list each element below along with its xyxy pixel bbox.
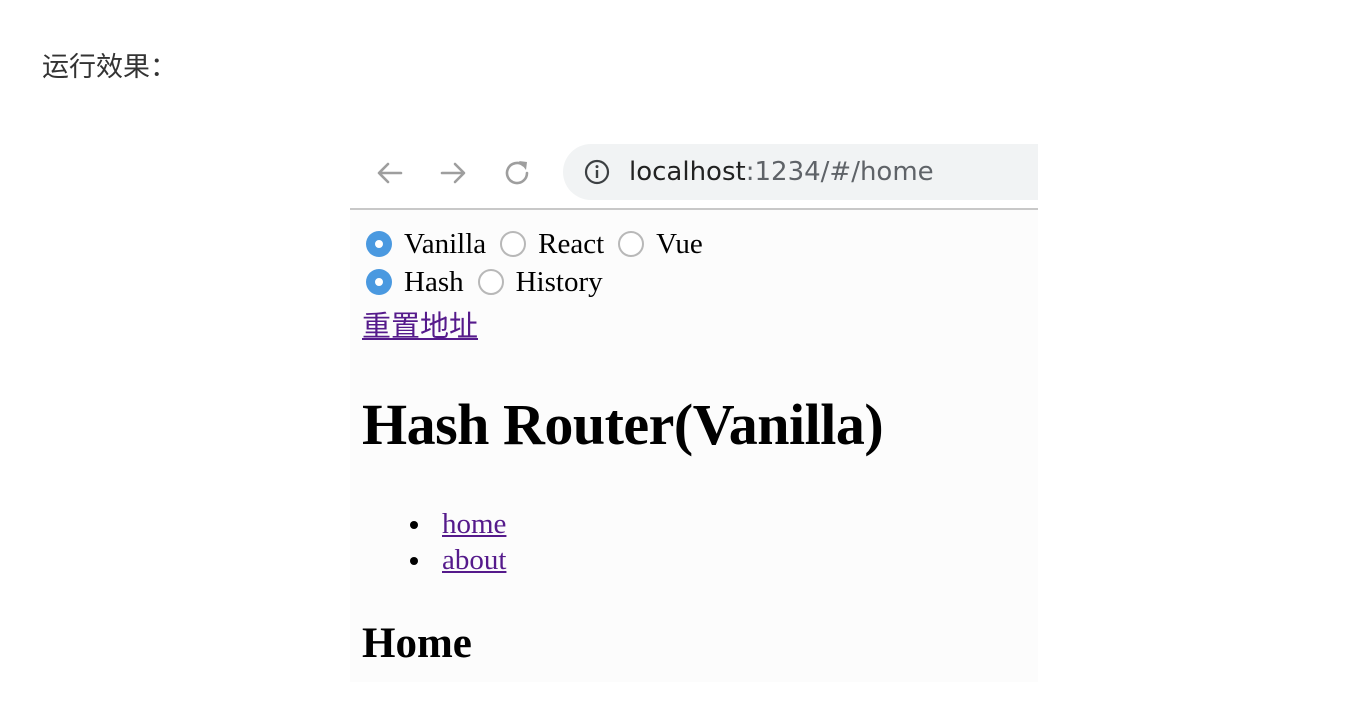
router-mode-radio-group: Hash History	[366, 264, 617, 300]
list-item: about	[350, 542, 506, 578]
browser-screenshot: localhost:1234/#/home Vanilla React Vue …	[350, 140, 1038, 682]
route-heading: Home	[362, 620, 472, 667]
about-link[interactable]: about	[442, 544, 506, 576]
bullet-icon	[410, 521, 418, 529]
radio-react[interactable]	[500, 231, 527, 257]
bullet-icon	[410, 557, 418, 565]
framework-radio-group: Vanilla React Vue	[366, 226, 717, 262]
page-content: Vanilla React Vue Hash History 重置地址 Hash…	[350, 210, 1038, 682]
radio-label-history: History	[515, 265, 603, 298]
back-arrow-icon[interactable]	[374, 157, 406, 189]
radio-label-react: React	[538, 227, 605, 260]
browser-toolbar: localhost:1234/#/home	[350, 140, 1038, 210]
url-text[interactable]: localhost:1234/#/home	[629, 156, 934, 188]
address-bar[interactable]: localhost:1234/#/home	[563, 144, 1038, 200]
radio-label-vue: Vue	[656, 227, 703, 260]
page-title: Hash Router(Vanilla)	[362, 392, 884, 457]
info-icon[interactable]	[584, 159, 610, 185]
forward-arrow-icon[interactable]	[437, 157, 469, 189]
radio-hash[interactable]	[366, 269, 392, 295]
route-nav-list: home about	[350, 506, 506, 578]
reload-icon[interactable]	[501, 157, 533, 189]
radio-vue[interactable]	[618, 231, 645, 257]
radio-history[interactable]	[477, 269, 504, 295]
home-link[interactable]: home	[442, 508, 506, 540]
reset-address-link[interactable]: 重置地址	[362, 308, 478, 344]
intro-text: 运行效果：	[42, 52, 177, 83]
radio-vanilla[interactable]	[366, 231, 392, 257]
radio-label-vanilla: Vanilla	[404, 227, 487, 260]
list-item: home	[350, 506, 506, 542]
radio-label-hash: Hash	[404, 265, 464, 298]
url-path: :1234/#/home	[745, 157, 934, 187]
url-host: localhost	[629, 157, 746, 187]
